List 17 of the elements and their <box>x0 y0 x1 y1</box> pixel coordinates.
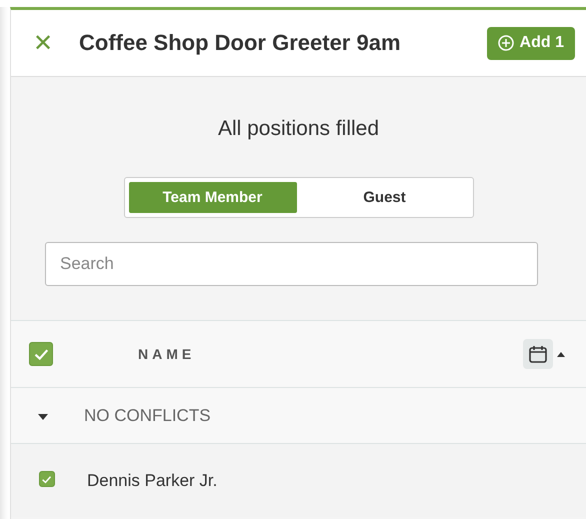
search-field[interactable]: Search <box>45 242 538 286</box>
add-button[interactable]: Add 1 <box>486 26 575 60</box>
sort-icon[interactable] <box>557 352 565 356</box>
close-icon[interactable]: ✕ <box>33 28 79 58</box>
status-text: All positions filled <box>216 116 380 142</box>
calendar-button[interactable] <box>523 339 553 369</box>
checkbox[interactable] <box>29 342 53 366</box>
plus-circle-icon <box>498 35 514 51</box>
toggle-option[interactable]: Team Member <box>128 182 296 213</box>
check-icon <box>41 474 53 485</box>
checkbox[interactable] <box>39 471 55 488</box>
person-name: Dennis Parker Jr. <box>87 470 218 490</box>
group-label: NO CONFLICTS <box>84 406 211 426</box>
shift-title: Coffee Shop Door Greeter 9am <box>79 30 402 56</box>
calendar-icon <box>528 344 548 364</box>
toggle-option[interactable]: Guest <box>300 182 468 213</box>
column-header: NAME <box>138 346 196 362</box>
